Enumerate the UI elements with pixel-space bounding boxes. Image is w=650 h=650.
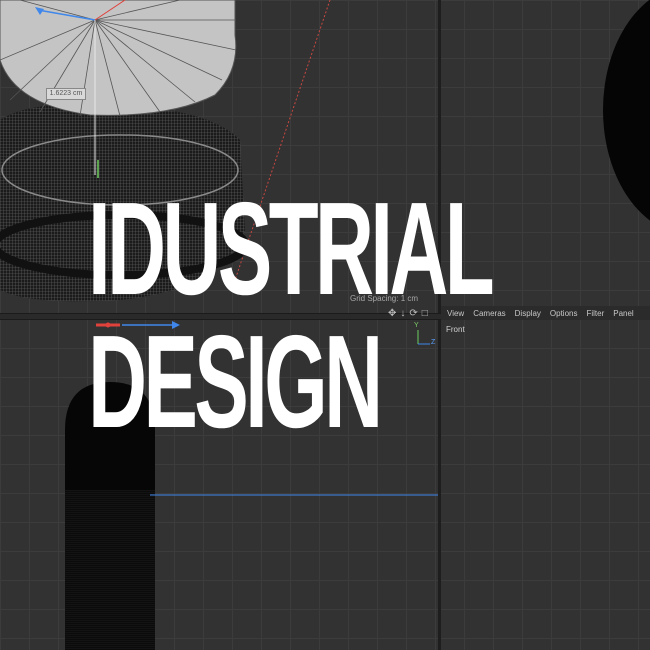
menu-filter[interactable]: Filter [586, 309, 604, 318]
measurement-label: 1.6223 cm [46, 88, 86, 100]
headline: IDUSTRIAL DESIGN [88, 175, 495, 455]
headline-line-2: DESIGN [88, 308, 383, 455]
cap-disc [0, 0, 237, 116]
headline-line-1: IDUSTRIAL [88, 175, 495, 322]
menu-panel[interactable]: Panel [613, 309, 633, 318]
menu-display[interactable]: Display [515, 309, 541, 318]
menu-options[interactable]: Options [550, 309, 578, 318]
